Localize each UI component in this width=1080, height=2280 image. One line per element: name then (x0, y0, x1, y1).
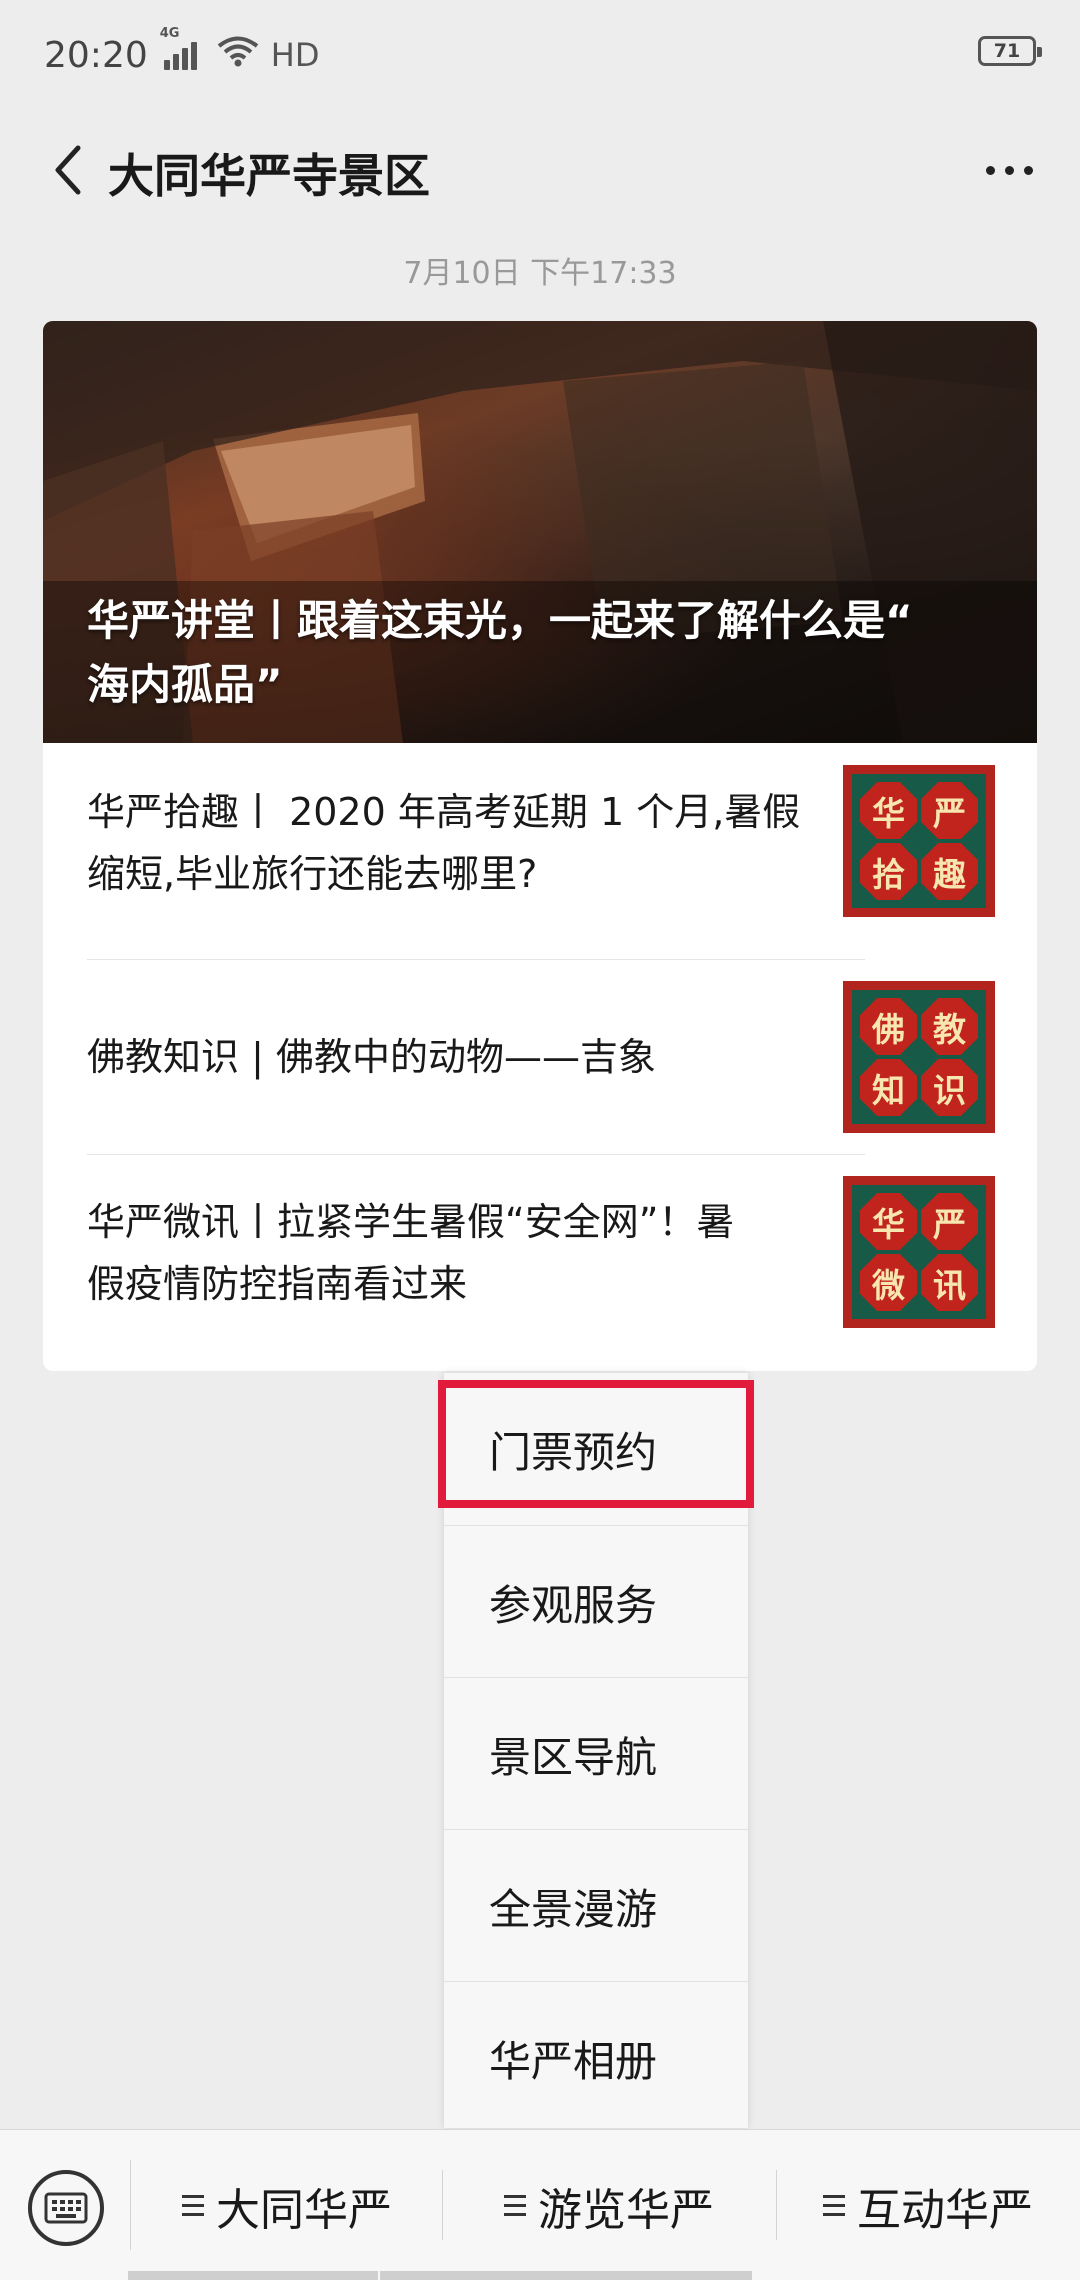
more-dots-icon (985, 165, 995, 175)
menu-lines-icon (823, 2195, 845, 2216)
tab-interactive-huayan[interactable]: 互动华严 (776, 2130, 1080, 2280)
menu-item-photo-album[interactable]: 华严相册 (444, 1982, 748, 2134)
tab-datong-huayan[interactable]: 大同华严 (132, 2130, 442, 2280)
status-time: 20:20 (44, 34, 148, 76)
article-item[interactable]: 佛教知识 | 佛教中的动物——吉象 佛 教 知 识 (43, 961, 1037, 1157)
article-item[interactable]: 华严微讯丨拉紧学生暑假“安全网”！暑 假疫情防控指南看过来 华 严 微 讯 (43, 1156, 1037, 1352)
divider (87, 1154, 865, 1155)
cellular-signal-icon: 4G (160, 26, 197, 70)
cover-title: 华严讲堂丨跟着这束光，一起来了解什么是“ 海内孤品” (87, 596, 913, 709)
cover-article[interactable]: 华严讲堂丨跟着这束光，一起来了解什么是“ 海内孤品” (43, 321, 1037, 743)
divider (87, 959, 865, 960)
article-thumbnail: 华 严 拾 趣 (843, 765, 995, 917)
bottom-menu-bar: 大同华严 游览华严 互动华严 (0, 2129, 1080, 2280)
battery-level: 71 (993, 40, 1021, 62)
message-timestamp: 7月10日 下午17:33 (403, 256, 677, 291)
status-left: 20:20 4G HD (44, 26, 320, 76)
hd-label: HD (270, 36, 320, 74)
wifi-icon (217, 35, 259, 76)
menu-lines-icon (504, 2195, 526, 2216)
chevron-left-icon (55, 145, 81, 195)
menu-item-panorama-tour[interactable]: 全景漫游 (444, 1830, 748, 1982)
article-title: 华严微讯丨拉紧学生暑假“安全网”！暑 假疫情防控指南看过来 (87, 1200, 735, 1306)
keyboard-icon (44, 2192, 88, 2224)
article-title: 华严拾趣丨 2020 年高考延期 1 个月,暑假 缩短,毕业旅行还能去哪里? (87, 790, 801, 896)
submenu-popup: 门票预约 参观服务 景区导航 全景漫游 华严相册 (444, 1373, 748, 2128)
divider (130, 2160, 131, 2250)
battery-icon: 71 (978, 36, 1042, 66)
keyboard-toggle-button[interactable] (28, 2170, 104, 2246)
menu-item-ticket-booking[interactable]: 门票预约 (444, 1373, 748, 1525)
divider (442, 2170, 443, 2240)
article-thumbnail: 佛 教 知 识 (843, 981, 995, 1133)
article-item[interactable]: 华严拾趣丨 2020 年高考延期 1 个月,暑假 缩短,毕业旅行还能去哪里? 华… (43, 743, 1037, 939)
scroll-indicator (128, 2271, 378, 2280)
tab-tour-huayan[interactable]: 游览华严 (444, 2130, 774, 2280)
article-card: 华严讲堂丨跟着这束光，一起来了解什么是“ 海内孤品” 华严拾趣丨 2020 年高… (43, 321, 1037, 1371)
nav-bar: 大同华严寺景区 (0, 110, 1080, 230)
status-bar: 20:20 4G HD 71 (0, 0, 1080, 110)
scroll-indicator (380, 2271, 752, 2280)
network-type-label: 4G (159, 26, 180, 41)
back-button[interactable] (30, 132, 106, 208)
menu-lines-icon (182, 2195, 204, 2216)
article-title: 佛教知识 | 佛教中的动物——吉象 (87, 1035, 656, 1079)
page-title: 大同华严寺景区 (108, 149, 430, 203)
article-thumbnail: 华 严 微 讯 (843, 1176, 995, 1328)
more-options-button[interactable] (964, 132, 1054, 208)
menu-item-scenic-navigation[interactable]: 景区导航 (444, 1678, 748, 1830)
menu-item-visit-service[interactable]: 参观服务 (444, 1526, 748, 1678)
